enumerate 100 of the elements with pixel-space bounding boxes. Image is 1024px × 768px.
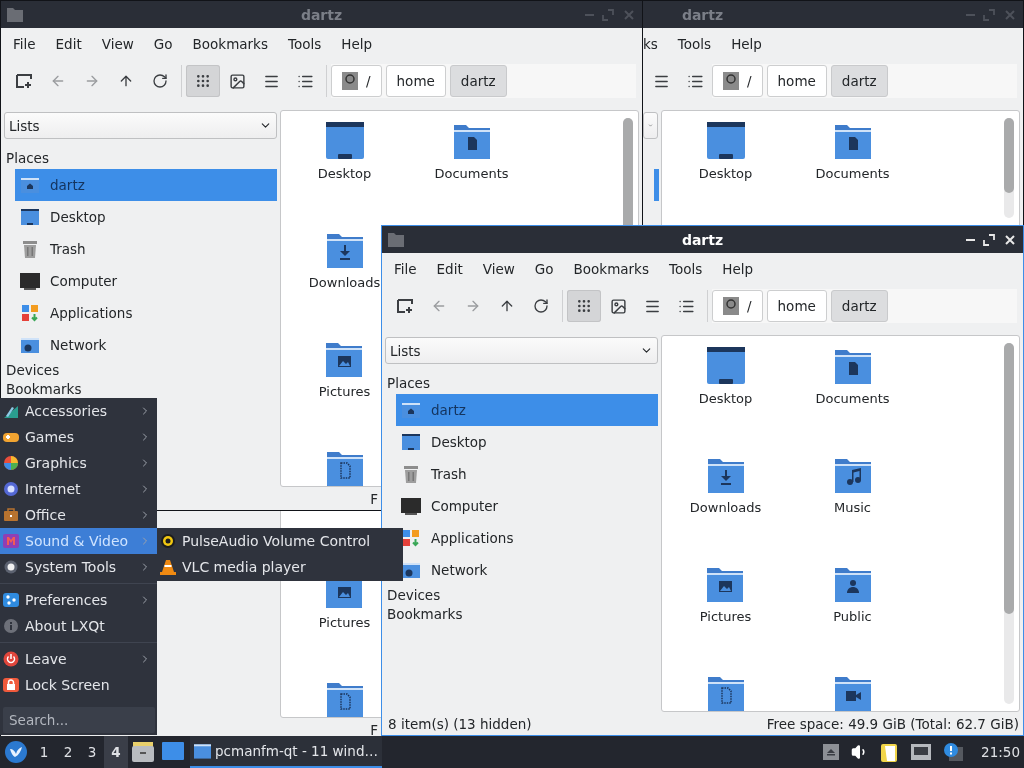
sidebar-item[interactable]: dartz bbox=[396, 394, 658, 426]
folder-item[interactable]: Desktop bbox=[317, 121, 372, 181]
menu-item[interactable]: About LXQt bbox=[0, 613, 157, 639]
monitor-icon bbox=[401, 496, 421, 516]
menu-item[interactable]: File bbox=[384, 261, 427, 277]
status-text: F bbox=[370, 721, 378, 738]
side-pane-dropdown[interactable]: Lists bbox=[385, 337, 658, 364]
menu-item[interactable]: View bbox=[91, 36, 144, 52]
menu-item[interactable]: ks bbox=[643, 36, 668, 52]
section-heading[interactable]: Bookmarks bbox=[4, 380, 82, 398]
ruler-pencil-icon bbox=[3, 403, 19, 419]
folder-item[interactable]: Desktop bbox=[698, 121, 753, 181]
drive-icon bbox=[723, 297, 739, 315]
view-mode-button[interactable] bbox=[186, 65, 220, 97]
sidebar-item[interactable]: Desktop bbox=[396, 426, 658, 458]
menu-item[interactable]: Office bbox=[0, 502, 157, 528]
sidebar-item[interactable]: Network bbox=[15, 329, 277, 361]
view-mode-button[interactable] bbox=[567, 290, 601, 322]
desktop-switch-button[interactable]: 4 bbox=[104, 736, 128, 768]
path-button[interactable]: home bbox=[385, 65, 446, 97]
menu-item[interactable]: Help bbox=[712, 261, 763, 277]
sidebar-item[interactable]: Applications bbox=[15, 297, 277, 329]
folder-icon bbox=[7, 7, 23, 22]
folder-item[interactable]: Pictures bbox=[699, 564, 752, 624]
folder-item[interactable]: Documents bbox=[815, 346, 890, 406]
menu-item[interactable]: System Tools bbox=[0, 554, 157, 580]
section-heading[interactable]: Bookmarks bbox=[385, 605, 463, 623]
sidebar-item[interactable]: Computer bbox=[15, 265, 277, 297]
menu-item[interactable]: Tools bbox=[658, 261, 713, 277]
menu-item[interactable]: Accessories bbox=[0, 398, 157, 424]
menu-item[interactable]: Tools bbox=[667, 36, 722, 52]
sidebar-item[interactable]: Trash bbox=[396, 458, 658, 490]
new-tab-icon bbox=[397, 298, 413, 314]
folder-item[interactable]: Documents bbox=[815, 121, 890, 181]
path-button[interactable]: / bbox=[331, 65, 382, 97]
clock: 21:50 bbox=[981, 744, 1020, 760]
forward-icon bbox=[465, 298, 481, 314]
icon-view-icon bbox=[576, 298, 592, 314]
menu-item[interactable]: Go bbox=[143, 36, 183, 52]
path-button[interactable]: dartz bbox=[449, 65, 507, 97]
close-icon bbox=[622, 7, 636, 22]
menu-item[interactable]: Games bbox=[0, 424, 157, 450]
file-cabinet-icon[interactable] bbox=[132, 742, 154, 762]
sidebar-item[interactable]: Desktop bbox=[15, 201, 277, 233]
sidebar-item[interactable]: Trash bbox=[15, 233, 277, 265]
up-icon bbox=[499, 298, 515, 314]
menu-item[interactable]: File bbox=[3, 36, 46, 52]
folder-item[interactable]: Public bbox=[832, 564, 873, 624]
folder-item[interactable]: Desktop bbox=[698, 346, 753, 406]
side-pane-dropdown[interactable]: Lists bbox=[4, 112, 277, 139]
color-wheel-icon bbox=[3, 455, 19, 471]
menu-item[interactable]: Lock Screen bbox=[0, 672, 157, 698]
menu-item[interactable]: Help bbox=[331, 36, 382, 52]
menu-item[interactable]: Bookmarks bbox=[563, 261, 659, 277]
status-text: 8 item(s) (13 hidden) bbox=[388, 715, 532, 732]
folder-item[interactable]: Downloads bbox=[308, 230, 381, 290]
menu-item[interactable]: Help bbox=[721, 36, 772, 52]
drive-icon bbox=[342, 72, 358, 90]
task-button[interactable]: pcmanfm-qt - 11 wind… bbox=[190, 736, 382, 768]
section-heading[interactable]: Devices bbox=[385, 586, 441, 604]
folder-item[interactable]: Downloads bbox=[689, 455, 762, 515]
desktop-switch-button[interactable]: 1 bbox=[32, 736, 56, 768]
network-folder-icon bbox=[20, 335, 40, 355]
menu-item[interactable]: Leave bbox=[0, 646, 157, 672]
section-heading[interactable]: Devices bbox=[4, 361, 60, 379]
close-icon bbox=[1003, 7, 1017, 22]
network-icon[interactable] bbox=[911, 744, 932, 760]
path-button[interactable]: home bbox=[766, 65, 827, 97]
menu-item[interactable]: Edit bbox=[426, 261, 473, 277]
desktop-switch-button[interactable]: 2 bbox=[56, 736, 80, 768]
folder-item[interactable]: Music bbox=[832, 455, 873, 515]
path-button[interactable]: / bbox=[712, 290, 763, 322]
desktop-switch-button[interactable]: 3 bbox=[80, 736, 104, 768]
folder-item[interactable]: Pictures bbox=[318, 339, 371, 399]
menu-item[interactable]: Bookmarks bbox=[182, 36, 278, 52]
menu-item[interactable]: Preferences bbox=[0, 587, 157, 613]
globe-icon bbox=[3, 481, 19, 497]
path-button[interactable]: home bbox=[766, 290, 827, 322]
path-button[interactable]: dartz bbox=[830, 290, 888, 322]
menu-item[interactable]: Go bbox=[524, 261, 564, 277]
menu-item[interactable]: Graphics bbox=[0, 450, 157, 476]
menu-item[interactable]: View bbox=[472, 261, 525, 277]
path-button[interactable]: / bbox=[712, 65, 763, 97]
sidebar-item[interactable]: dartz bbox=[15, 169, 277, 201]
sidebar-item[interactable]: Computer bbox=[396, 490, 658, 522]
menu-item[interactable]: Tools bbox=[277, 36, 332, 52]
notification-icon[interactable] bbox=[943, 743, 964, 761]
folder-item[interactable]: Documents bbox=[434, 121, 509, 181]
menu-item[interactable]: Edit bbox=[45, 36, 92, 52]
scrollbar[interactable] bbox=[1004, 343, 1014, 704]
thumbnail-view-icon bbox=[609, 297, 627, 315]
clipboard-icon[interactable] bbox=[881, 742, 900, 762]
scrollbar[interactable] bbox=[1004, 118, 1014, 218]
search-field[interactable]: Search... bbox=[3, 707, 155, 733]
desktop-icon bbox=[705, 121, 746, 161]
path-button[interactable]: dartz bbox=[830, 65, 888, 97]
home-folder-icon bbox=[401, 400, 421, 420]
menu-item[interactable]: Internet bbox=[0, 476, 157, 502]
media-icon bbox=[3, 533, 19, 549]
eject-icon[interactable] bbox=[823, 744, 840, 760]
